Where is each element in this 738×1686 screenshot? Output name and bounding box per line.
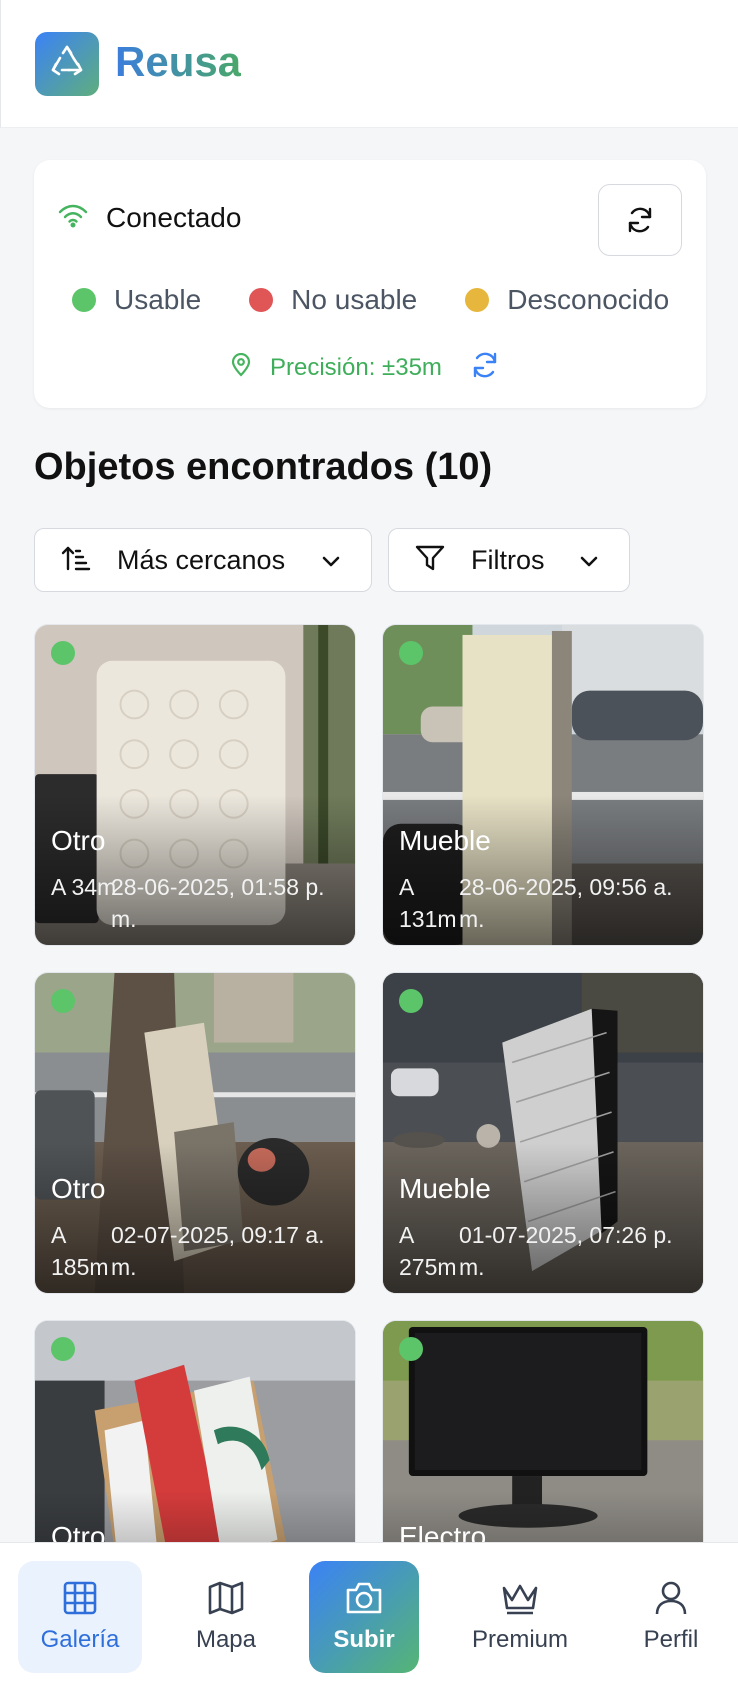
legend-not-usable: No usable bbox=[249, 284, 417, 316]
user-icon bbox=[655, 1581, 687, 1615]
refresh-icon bbox=[628, 207, 652, 233]
item-category: Mueble bbox=[399, 825, 491, 856]
item-category: Electro bbox=[399, 1521, 487, 1542]
legend-label: No usable bbox=[291, 284, 418, 315]
filter-icon bbox=[415, 544, 445, 577]
item-card[interactable]: Otro A 34m 28-06-2025, 01:58 p. m. bbox=[34, 624, 356, 946]
nav-label: Perfil bbox=[643, 1626, 699, 1653]
status-legend: Usable No usable Desconocido bbox=[72, 284, 669, 316]
app-title: Reusa bbox=[115, 38, 242, 85]
connection-status: Conectado bbox=[58, 202, 241, 234]
status-dot-usable bbox=[51, 1337, 75, 1361]
legend-label: Usable bbox=[114, 284, 202, 315]
status-dot-usable bbox=[51, 989, 75, 1013]
item-card[interactable]: Otro bbox=[34, 1320, 356, 1542]
item-card[interactable]: Electro bbox=[382, 1320, 704, 1542]
item-category: Otro bbox=[51, 1521, 106, 1542]
location-precision: Precisión: ±35m bbox=[230, 350, 500, 385]
status-dot-usable bbox=[399, 1337, 423, 1361]
precision-label: Precisión: ±35m bbox=[270, 353, 442, 381]
nav-map[interactable]: Mapa bbox=[176, 1561, 276, 1673]
nav-premium[interactable]: Premium bbox=[464, 1561, 576, 1673]
nav-label: Mapa bbox=[195, 1626, 257, 1653]
app-header: Reusa bbox=[0, 0, 738, 128]
legend-usable: Usable bbox=[72, 284, 201, 316]
item-date: 01-07-2025, 07:26 p. m. bbox=[459, 1222, 673, 1280]
chevron-down-icon bbox=[319, 549, 343, 578]
connection-label: Conectado bbox=[106, 202, 242, 233]
legend-dot-unknown bbox=[465, 288, 490, 312]
nav-label: Premium bbox=[471, 1626, 568, 1653]
item-category: Otro bbox=[51, 825, 106, 856]
refresh-location-icon[interactable] bbox=[470, 350, 500, 385]
item-date: 02-07-2025, 09:17 a. m. bbox=[111, 1222, 325, 1280]
items-grid: Otro A 34m 28-06-2025, 01:58 p. m. Muebl… bbox=[34, 624, 706, 1542]
refresh-button[interactable] bbox=[598, 184, 682, 256]
status-dot-usable bbox=[51, 641, 75, 665]
bottom-nav: Galería Mapa Subir Premium Perfil bbox=[0, 1542, 738, 1686]
item-card[interactable]: Mueble A 131m 28-06-2025, 09:56 a. m. bbox=[382, 624, 704, 946]
sort-ascending-icon bbox=[61, 544, 91, 577]
status-dot-usable bbox=[399, 641, 423, 665]
item-date: 28-06-2025, 09:56 a. m. bbox=[459, 874, 673, 932]
item-category: Otro bbox=[51, 1173, 106, 1204]
nav-gallery[interactable]: Galería bbox=[18, 1561, 142, 1673]
grid-icon bbox=[63, 1581, 97, 1615]
filter-label: Filtros bbox=[471, 544, 545, 575]
item-card[interactable]: Otro A 185m 02-07-2025, 09:17 a. m. bbox=[34, 972, 356, 1294]
nav-label: Galería bbox=[40, 1626, 120, 1653]
legend-label: Desconocido bbox=[507, 284, 670, 315]
recycle-logo-icon bbox=[35, 32, 99, 96]
wifi-icon bbox=[58, 204, 88, 233]
legend-dot-not-usable bbox=[249, 288, 274, 312]
results-title: Objetos encontrados (10) bbox=[34, 446, 493, 488]
item-date: 28-06-2025, 01:58 p. m. bbox=[111, 874, 325, 932]
item-card[interactable]: Mueble A 275m 01-07-2025, 07:26 p. m. bbox=[382, 972, 704, 1294]
camera-icon bbox=[346, 1582, 382, 1614]
chevron-down-icon bbox=[577, 549, 601, 578]
sort-dropdown[interactable]: Más cercanos bbox=[34, 528, 372, 592]
legend-dot-usable bbox=[72, 288, 96, 312]
nav-profile[interactable]: Perfil bbox=[630, 1561, 712, 1673]
nav-label: Subir bbox=[333, 1626, 395, 1653]
item-category: Mueble bbox=[399, 1173, 491, 1204]
status-card: Conectado Usable No usable Desconocido P… bbox=[34, 160, 706, 408]
location-pin-icon bbox=[230, 352, 252, 382]
filter-dropdown[interactable]: Filtros bbox=[388, 528, 630, 592]
nav-upload[interactable]: Subir bbox=[309, 1561, 419, 1673]
status-dot-usable bbox=[399, 989, 423, 1013]
crown-icon bbox=[502, 1584, 538, 1615]
sort-label: Más cercanos bbox=[117, 544, 286, 575]
map-icon bbox=[208, 1581, 244, 1615]
legend-unknown: Desconocido bbox=[465, 284, 669, 316]
